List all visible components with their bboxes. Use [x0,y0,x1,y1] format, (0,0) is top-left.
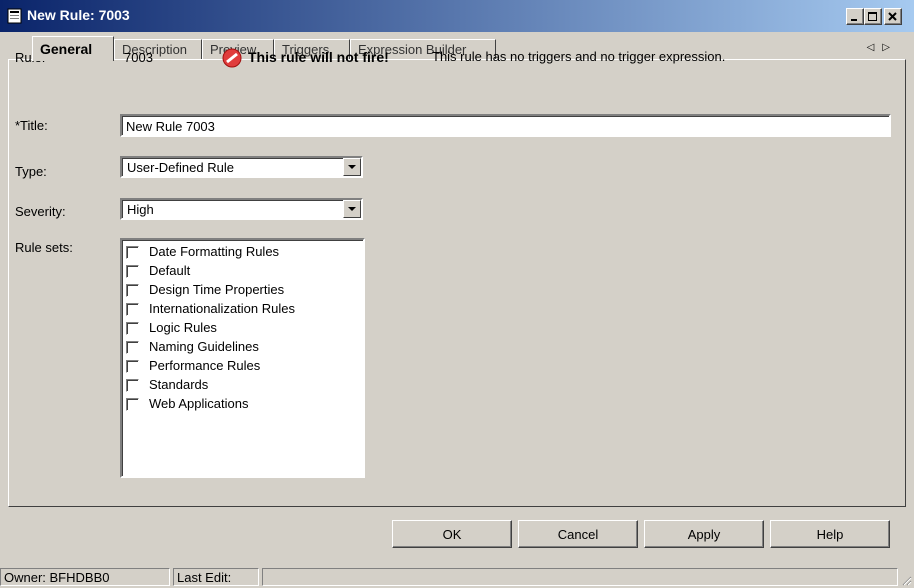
help-button[interactable]: Help [770,520,890,548]
severity-dropdown-button[interactable] [343,200,361,218]
status-message [262,568,898,586]
warning-message: This rule has no triggers and no trigger… [432,49,726,64]
chevron-down-icon [348,165,356,169]
tab-general[interactable]: General [32,36,114,61]
title-bar[interactable]: New Rule: 7003 [0,0,914,32]
chevron-down-icon [348,207,356,211]
tab-scroll-right-icon[interactable]: ▷ [882,42,898,53]
last-edit-status: Last Edit: [173,568,259,586]
title-input[interactable]: New Rule 7003 [120,114,891,137]
warning-title: This rule will not fire! [248,49,389,65]
checkbox[interactable] [126,360,139,373]
severity-value: High [127,202,154,217]
close-icon [888,12,897,21]
cancel-button[interactable]: Cancel [518,520,638,548]
maximize-icon [868,12,877,21]
close-button[interactable] [884,8,902,25]
type-value: User-Defined Rule [127,160,234,175]
apply-button[interactable]: Apply [644,520,764,548]
ok-button[interactable]: OK [392,520,512,548]
minimize-icon [851,19,857,21]
rulesets-list[interactable]: Date Formatting Rules Default Design Tim… [120,238,365,478]
window-title: New Rule: 7003 [27,7,130,23]
severity-dropdown[interactable]: High [120,198,363,220]
checkbox[interactable] [126,303,139,316]
type-dropdown-button[interactable] [343,158,361,176]
checkbox[interactable] [126,284,139,297]
title-label: *Title: [15,118,48,133]
app-document-icon [7,8,22,24]
severity-label: Severity: [15,204,66,219]
checkbox[interactable] [126,322,139,335]
checkbox[interactable] [126,398,139,411]
checkbox[interactable] [126,341,139,354]
type-label: Type: [15,164,47,179]
maximize-button[interactable] [864,8,882,25]
checkbox[interactable] [126,265,139,278]
no-entry-warning-icon [222,48,242,68]
owner-status: Owner: BFHDBB0 [0,568,170,586]
status-bar: Owner: BFHDBB0 Last Edit: [0,566,914,588]
rule-number: 7003 [124,50,153,65]
type-dropdown[interactable]: User-Defined Rule [120,156,363,178]
tab-scroll-left-icon[interactable]: ◁ [867,42,883,53]
minimize-button[interactable] [846,8,864,25]
resize-grip-icon[interactable] [900,574,912,586]
tab-scroll: ◁▷ [867,42,898,53]
checkbox[interactable] [126,246,139,259]
checkbox[interactable] [126,379,139,392]
rulesets-label: Rule sets: [15,240,73,255]
